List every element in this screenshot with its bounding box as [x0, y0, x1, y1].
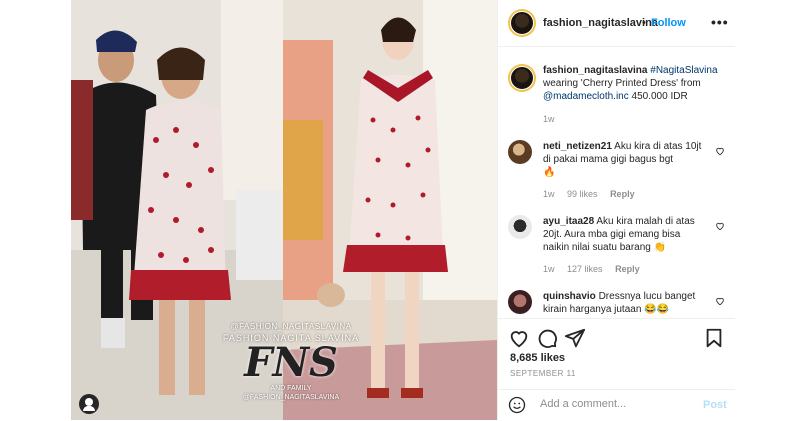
comment-username[interactable]: ayu_itaa28	[543, 216, 594, 227]
comment-meta: 1w 127 likes Reply	[543, 264, 650, 274]
comment-age: 1w	[543, 189, 555, 199]
post-button[interactable]: Post	[703, 399, 727, 411]
caption-username[interactable]: fashion_nagitaslavina	[543, 65, 647, 76]
comment-avatar[interactable]	[508, 290, 532, 314]
comment-emoji: 😂😂	[644, 304, 670, 315]
more-icon[interactable]: •••	[711, 14, 729, 30]
reply-button[interactable]: Reply	[610, 189, 635, 199]
comment-input[interactable]	[538, 397, 692, 411]
comment-avatar[interactable]	[508, 140, 532, 164]
comment-emoji: 🔥	[543, 167, 556, 178]
comment-age: 1w	[543, 264, 555, 274]
watermark-handle: @FASHION_NAGITASLAVINA	[230, 322, 352, 331]
watermark-logo: FNS	[244, 339, 338, 386]
add-comment-bar: Post	[498, 389, 735, 421]
comment-text: quinshavio Dressnya lucu banget kirain h…	[543, 290, 703, 316]
watermark-handle-bottom: @FASHION_NAGITASLAVINA	[242, 394, 340, 401]
likes-count[interactable]: 8,685 likes	[510, 352, 565, 364]
post-actions: 8,685 likes SEPTEMBER 11 Post	[498, 318, 735, 419]
caption-avatar[interactable]	[508, 64, 536, 92]
caption-price: 450.000 IDR	[631, 91, 688, 102]
comment-likes[interactable]: 99 likes	[567, 189, 598, 199]
caption-text: fashion_nagitaslavina #NagitaSlavina wea…	[543, 64, 723, 126]
comment-username[interactable]: neti_netizen21	[543, 141, 612, 152]
comment-meta: 1w 99 likes Reply	[543, 189, 645, 199]
reply-button[interactable]: Reply	[615, 264, 640, 274]
watermark-and: AND FAMILY	[270, 385, 312, 392]
post-header: fashion_nagitaslavina • Follow •••	[498, 0, 735, 47]
post-date[interactable]: SEPTEMBER 11	[510, 369, 576, 378]
watermark: @FASHION_NAGITASLAVINA FASHION NAGITA SL…	[221, 322, 361, 401]
caption-hashtag[interactable]: #NagitaSlavina	[650, 65, 717, 76]
heart-icon[interactable]	[715, 221, 725, 231]
bookmark-icon[interactable]	[703, 327, 725, 349]
comment-text: ayu_itaa28 Aku kira malah di atas 20jt. …	[543, 215, 703, 254]
share-icon[interactable]	[564, 327, 586, 349]
caption-body: wearing 'Cherry Printed Dress' from	[543, 78, 701, 89]
comment-emoji: 👏	[653, 242, 667, 253]
header-separator: •	[642, 17, 646, 29]
emoji-icon[interactable]	[508, 396, 526, 414]
instagram-post: @FASHION_NAGITASLAVINA FASHION NAGITA SL…	[71, 0, 735, 420]
comment-avatar[interactable]	[508, 215, 532, 239]
follow-button[interactable]: Follow	[651, 17, 686, 29]
post-media[interactable]: @FASHION_NAGITASLAVINA FASHION NAGITA SL…	[71, 0, 497, 420]
heart-icon[interactable]	[715, 296, 725, 306]
avatar[interactable]	[508, 9, 536, 37]
comment-username[interactable]: quinshavio	[543, 291, 596, 302]
caption-mention[interactable]: @madamecloth.inc	[543, 91, 629, 102]
post-sidebar: fashion_nagitaslavina • Follow ••• fashi…	[497, 0, 735, 420]
heart-icon[interactable]	[715, 146, 725, 156]
comment-text: neti_netizen21 Aku kira di atas 10jt di …	[543, 140, 703, 179]
like-heart-icon[interactable]	[508, 327, 530, 349]
header-username[interactable]: fashion_nagitaslavina	[543, 17, 658, 29]
user-tag-icon[interactable]	[79, 394, 99, 414]
comment-likes[interactable]: 127 likes	[567, 264, 603, 274]
comment-icon[interactable]	[536, 327, 558, 349]
caption-age: 1w	[543, 114, 555, 124]
